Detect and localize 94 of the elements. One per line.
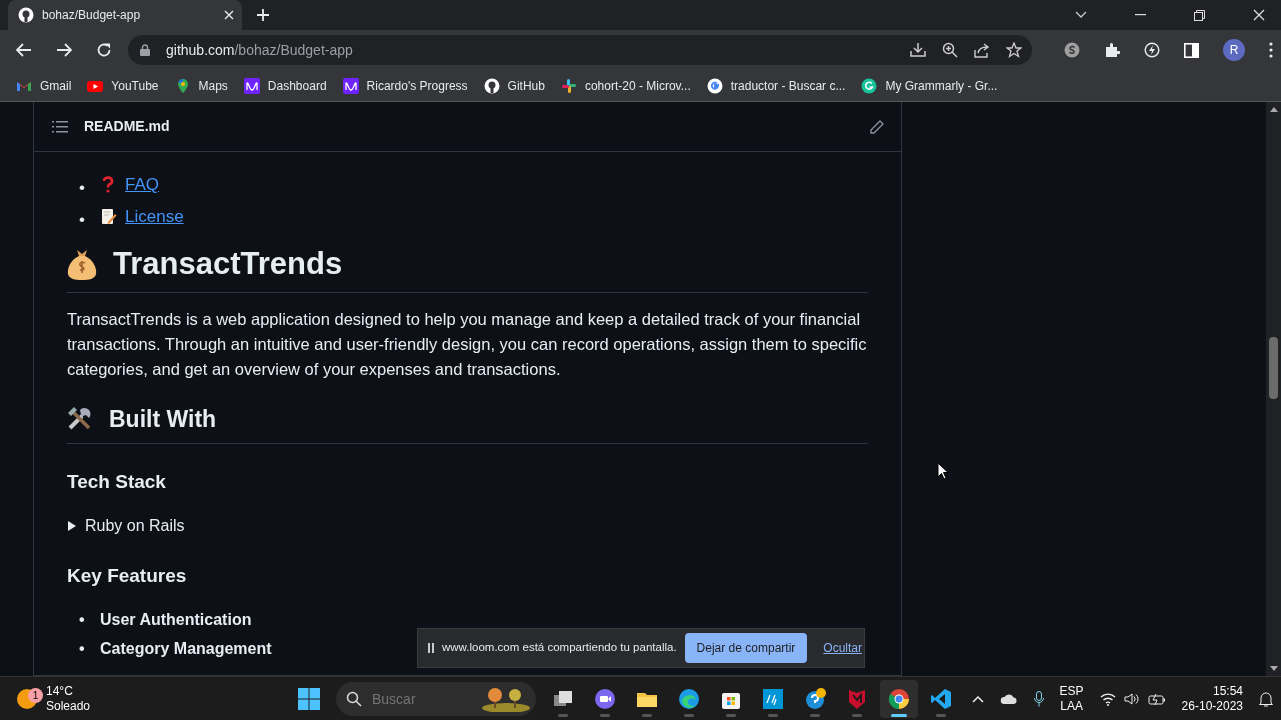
toc-link[interactable]: FAQ [100,170,159,199]
feature-item: Category Management [100,639,272,657]
new-tab-icon[interactable] [256,8,270,22]
grammarly-icon [861,77,878,94]
address-bar[interactable]: github.com/bohaz/Budget-app [128,35,1032,65]
battery-icon[interactable] [1147,692,1166,706]
microphone-icon[interactable] [1033,691,1044,707]
code-editor-icon [930,688,952,710]
chrome-icon [888,688,910,710]
restore-icon[interactable] [1194,9,1205,21]
bolt-icon[interactable] [1144,42,1160,58]
readme-title: TransactTrends [113,245,343,283]
list-bullet: • [79,177,86,199]
feature-item: User Authentication [100,610,252,628]
bell-icon[interactable] [1259,691,1273,707]
hide-link[interactable]: Ocultar [823,639,862,657]
skype-icon[interactable] [1064,42,1080,58]
chevron-down-icon[interactable] [1075,11,1087,19]
video-chat-icon [594,688,616,710]
scroll-up-icon[interactable] [1270,107,1278,112]
minimize-icon[interactable] [1135,14,1146,16]
trees-icon [482,686,530,712]
search-bar[interactable]: Buscar [336,682,536,716]
language-indicator[interactable]: ESP LAA [1059,684,1084,714]
section-heading: Built With [109,405,217,434]
bookmark-link[interactable]: Maps [174,76,228,95]
back-icon[interactable] [16,43,32,57]
pencil-icon[interactable] [869,118,885,135]
windows-icon [298,688,320,710]
file-name: README.md [84,117,171,136]
chevron-up-icon[interactable] [971,695,984,703]
cloud-icon[interactable] [999,693,1018,705]
hp-app-icon [762,688,784,710]
caret-right-icon [67,521,77,531]
wifi-icon[interactable] [1099,692,1116,706]
download-icon[interactable] [910,42,926,58]
cursor-icon [937,462,949,480]
bookmark-link[interactable]: cohort-20 - Microv... [560,76,691,95]
microverse-icon [342,77,359,94]
taskbar-app[interactable] [880,680,918,718]
clock-time[interactable]: 15:54 [1212,684,1243,699]
stop-sharing-button[interactable]: Dejar de compartir [684,633,808,663]
share-message: www.loom.com está compartiendo tu pantalla. [442,640,677,656]
list-bullet: • [79,638,86,659]
lock-icon [140,44,150,56]
bookmark-link[interactable]: Ricardo's Progress [342,76,468,95]
scroll-down-icon[interactable] [1270,666,1278,671]
github-icon [18,7,34,23]
subsection-heading: Tech Stack [67,469,167,494]
more-icon[interactable] [1269,42,1273,58]
reload-icon[interactable] [96,42,112,58]
bookmark-link[interactable]: GitHub [483,76,545,95]
scrollbar[interactable] [1266,102,1281,676]
toc-link[interactable]: License [100,202,184,231]
zoom-icon[interactable] [942,42,958,58]
search-field[interactable]: Buscar [370,687,474,711]
search-icon [346,691,362,707]
bookmark-link[interactable]: My Grammarly - Gr... [861,76,998,95]
github-icon [483,77,500,94]
clock-date[interactable]: 26-10-2023 [1181,699,1243,714]
close-icon[interactable] [1253,9,1265,21]
side-panel-icon[interactable] [1184,42,1199,58]
shield-icon [846,688,868,710]
list-bullet: • [79,609,86,630]
pause-icon [428,643,434,653]
microverse-icon [243,77,260,94]
browser-tab[interactable]: bohaz/Budget-app [8,0,242,30]
money-bag-icon [67,247,97,281]
list-icon[interactable] [52,119,68,134]
bookmark-link[interactable]: Dashboard [243,76,327,95]
subsection-heading: Key Features [67,564,188,588]
url-text: github.com/bohaz/Budget-app [166,40,354,60]
share-icon[interactable] [974,42,990,58]
bookmark-link[interactable]: traductor - Buscar c... [706,76,846,95]
volume-icon[interactable] [1123,692,1140,706]
help-icon [804,688,826,710]
close-icon[interactable] [224,10,234,20]
bookmark-link[interactable]: Gmail [16,76,72,95]
forward-icon[interactable] [56,43,72,57]
disclosure-toggle[interactable]: Ruby on Rails [67,514,868,538]
star-icon[interactable] [1006,42,1022,58]
google-icon [706,77,723,94]
memo-icon [100,208,117,225]
browser-icon [678,688,700,710]
profile-avatar[interactable]: R [1223,39,1245,61]
description-text: TransactTrends is a web application designed to help you manage and keep a detailed track of your financial transactions. Through an intuitive and user-friendly design, you can record operations, assign them to specific categories, and get an overview of your expenses and transactions. [67,309,868,380]
weather-condition: Soleado [46,699,91,714]
notification-badge: 1 [28,688,43,703]
list-bullet: • [79,209,86,231]
puzzle-icon[interactable] [1104,42,1120,58]
slack-icon [560,77,577,94]
temperature-text: 14°C [46,684,74,699]
scroll-thumb[interactable] [1269,337,1278,399]
bookmark-link[interactable]: YouTube [87,76,159,95]
